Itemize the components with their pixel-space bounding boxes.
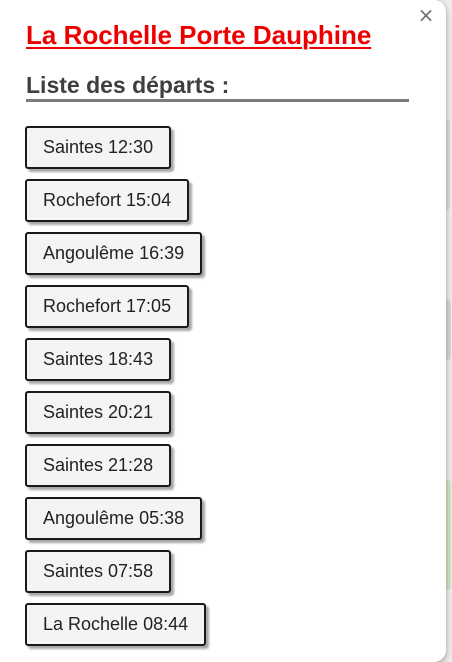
departure-button[interactable]: La Rochelle 08:44	[25, 603, 207, 646]
list-item: Angoulême 05:38	[25, 497, 206, 550]
list-item: Saintes 21:28	[25, 444, 206, 497]
list-item: Saintes 07:58	[25, 550, 206, 603]
departure-button[interactable]: Angoulême 05:38	[25, 497, 203, 540]
departure-button[interactable]: Saintes 21:28	[25, 444, 172, 487]
departure-button[interactable]: Rochefort 15:04	[25, 179, 190, 222]
departure-button[interactable]: Saintes 18:43	[25, 338, 172, 381]
departure-button[interactable]: Angoulême 16:39	[25, 232, 203, 275]
list-item: Rochefort 15:04	[25, 179, 206, 232]
list-item: Rochefort 17:05	[25, 285, 206, 338]
station-title-link[interactable]: La Rochelle Porte Dauphine	[26, 20, 371, 51]
station-popup: × La Rochelle Porte Dauphine Liste des d…	[0, 0, 446, 662]
list-item: Angoulême 16:39	[25, 232, 206, 285]
list-item: Saintes 12:30	[25, 126, 206, 179]
departure-button[interactable]: Rochefort 17:05	[25, 285, 190, 328]
close-button[interactable]: ×	[416, 4, 436, 26]
departure-button[interactable]: Saintes 20:21	[25, 391, 172, 434]
list-item: La Rochelle 08:44	[25, 603, 207, 656]
list-item: Saintes 20:21	[25, 391, 206, 444]
departure-button[interactable]: Saintes 07:58	[25, 550, 172, 593]
departure-list: Saintes 12:30 Rochefort 15:04 Angoulême …	[25, 126, 207, 656]
departures-heading: Liste des départs :	[26, 72, 409, 102]
departure-button[interactable]: Saintes 12:30	[25, 126, 172, 169]
list-item: Saintes 18:43	[25, 338, 206, 391]
